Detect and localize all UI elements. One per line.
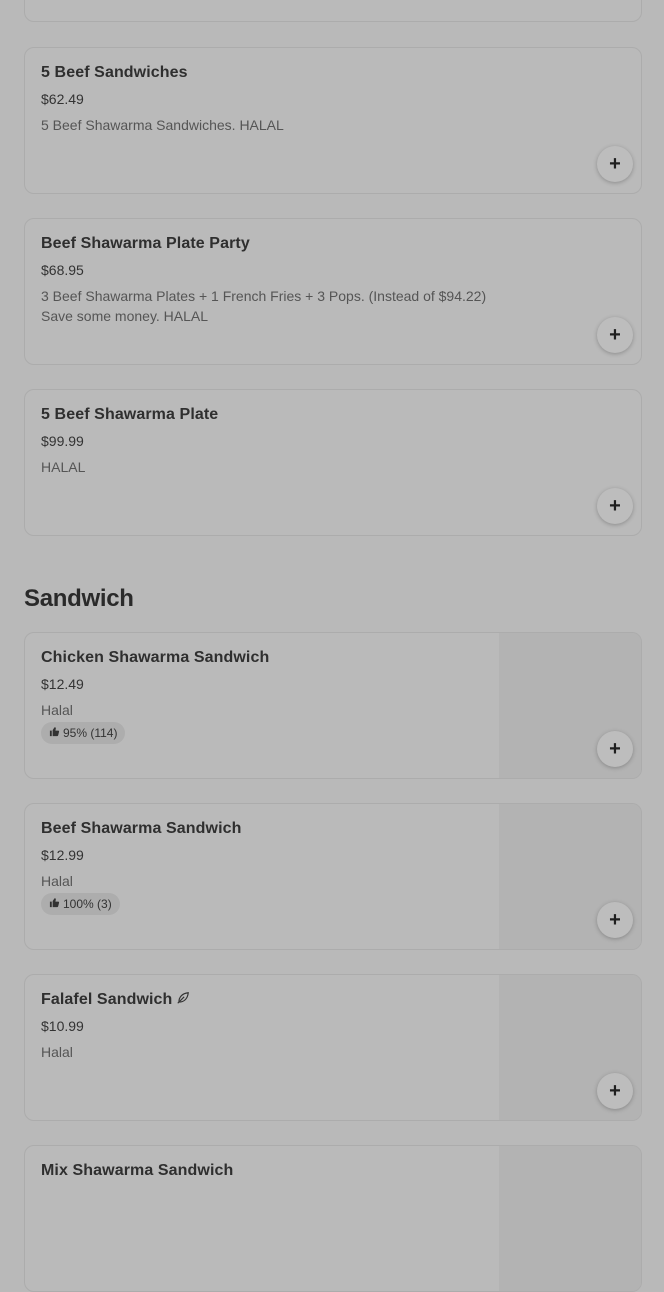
add-item-button[interactable]: + (597, 731, 633, 767)
item-title: Falafel Sandwich (41, 991, 190, 1010)
item-description: Halal (41, 873, 73, 889)
item-price: $12.49 (41, 676, 84, 692)
add-item-button[interactable]: + (597, 1073, 633, 1109)
menu-item-card[interactable]: Beef Shawarma Plate Party $68.95 3 Beef … (24, 218, 642, 365)
item-title: 5 Beef Sandwiches (41, 64, 188, 81)
item-price: $12.99 (41, 847, 84, 863)
item-title-text: Falafel Sandwich (41, 991, 173, 1008)
item-price: $62.49 (41, 91, 84, 107)
item-description: 3 Beef Shawarma Plates + 1 French Fries … (41, 288, 487, 324)
add-item-button[interactable]: + (597, 488, 633, 524)
rating-badge: 95% (114) (41, 722, 126, 744)
item-title: Beef Shawarma Sandwich (41, 820, 242, 837)
menu-item-card[interactable]: Falafel Sandwich $10.99 Halal + (24, 974, 642, 1121)
thumbs-up-icon (49, 726, 60, 740)
item-description: Halal (41, 702, 73, 718)
item-title: Mix Shawarma Sandwich (41, 1162, 234, 1179)
add-item-button[interactable]: + (597, 146, 633, 182)
rating-text: 100% (3) (63, 897, 112, 911)
menu-item-card[interactable]: Chicken Shawarma Sandwich $12.49 Halal 9… (24, 632, 642, 779)
item-description: Halal (41, 1044, 73, 1060)
add-item-button[interactable]: + (597, 902, 633, 938)
thumbs-up-icon (49, 897, 60, 911)
rating-badge: 100% (3) (41, 893, 120, 915)
menu-item-card[interactable]: + (24, 0, 642, 22)
rating-text: 95% (114) (63, 726, 118, 740)
item-description: 5 Beef Shawarma Sandwiches. HALAL (41, 117, 284, 133)
menu-item-card[interactable]: 5 Beef Shawarma Plate $99.99 HALAL + (24, 389, 642, 536)
leaf-icon (176, 991, 190, 1010)
menu-item-card[interactable]: Beef Shawarma Sandwich $12.99 Halal 100%… (24, 803, 642, 950)
menu-item-card[interactable]: 5 Beef Sandwiches $62.49 5 Beef Shawarma… (24, 47, 642, 194)
item-title: Beef Shawarma Plate Party (41, 235, 250, 252)
add-item-button[interactable]: + (597, 317, 633, 353)
section-title: Sandwich (24, 585, 134, 612)
item-image (499, 1146, 641, 1291)
item-price: $99.99 (41, 433, 84, 449)
menu-item-card[interactable]: Mix Shawarma Sandwich (24, 1145, 642, 1292)
item-description: HALAL (41, 459, 86, 475)
item-title: 5 Beef Shawarma Plate (41, 406, 219, 423)
item-price: $10.99 (41, 1018, 84, 1034)
item-title: Chicken Shawarma Sandwich (41, 649, 270, 666)
item-price: $68.95 (41, 262, 84, 278)
